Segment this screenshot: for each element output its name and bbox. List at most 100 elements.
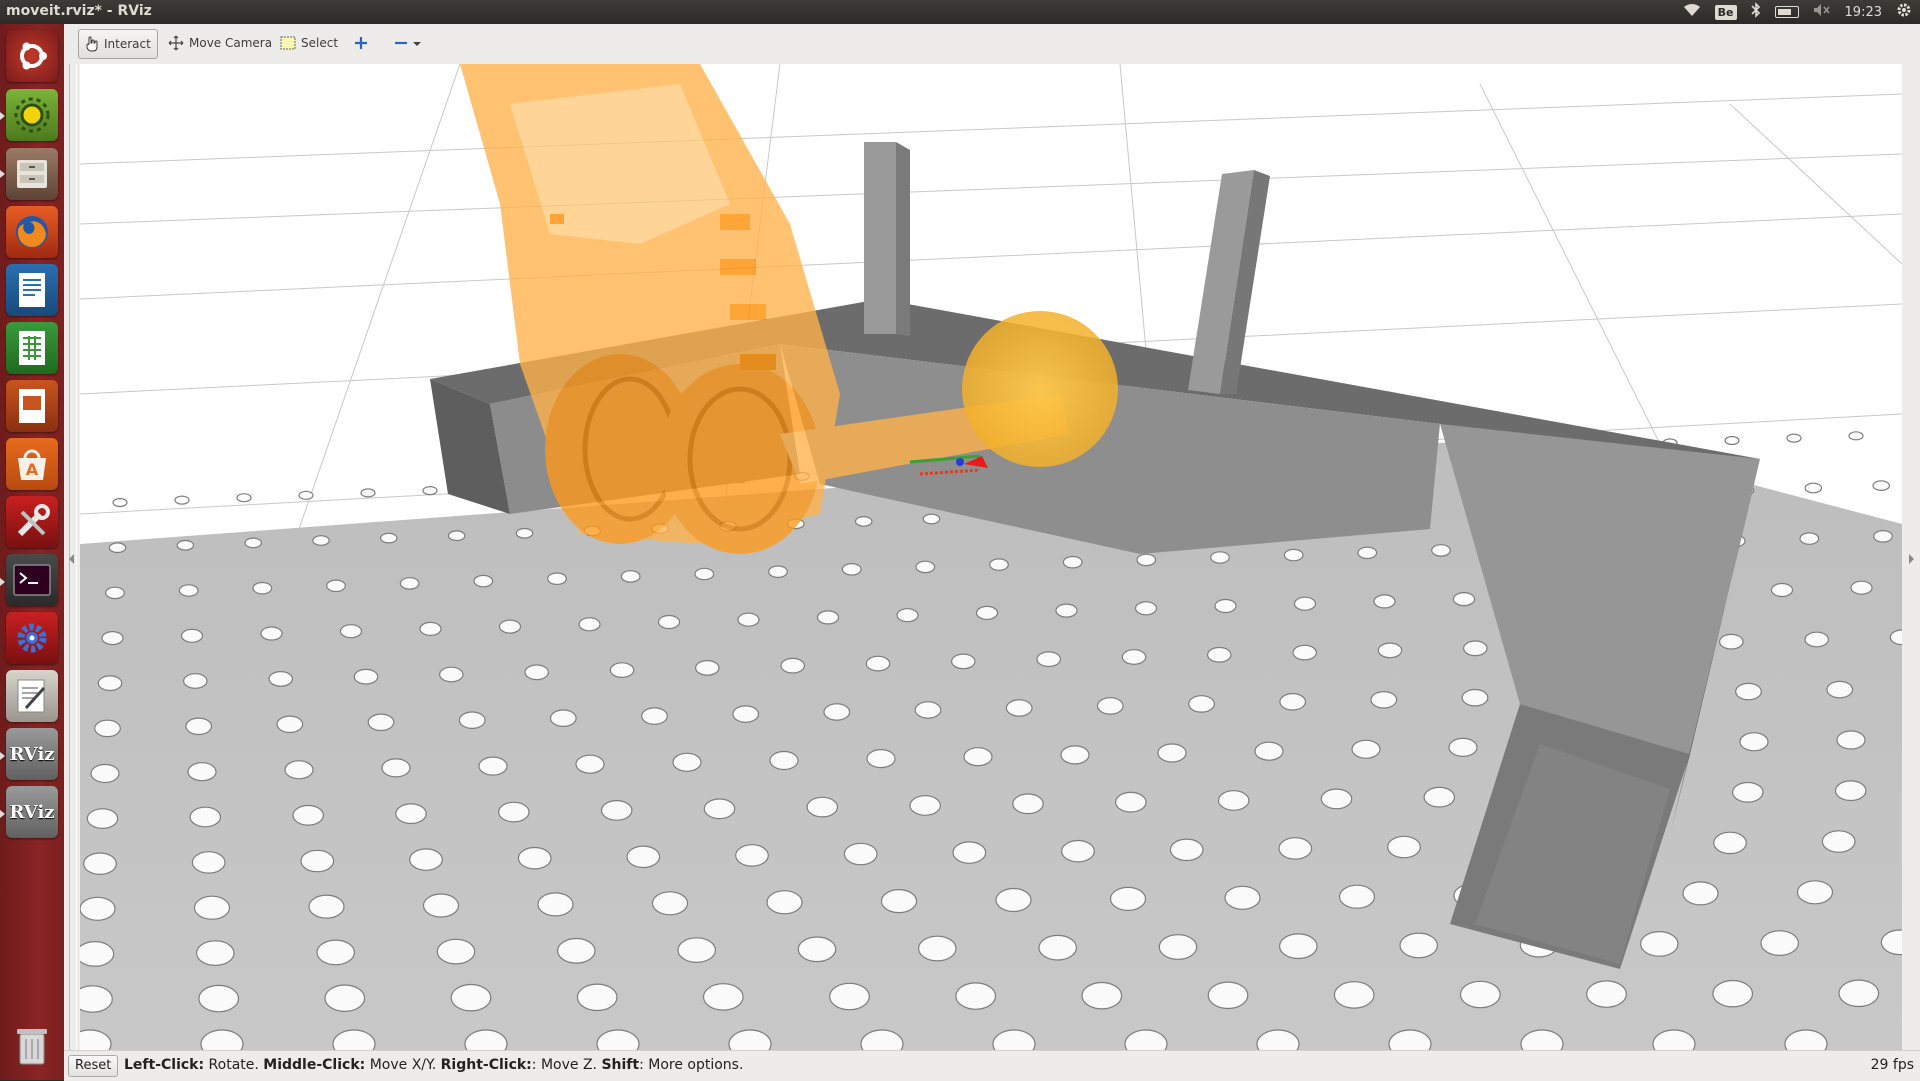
- text-editor-app-button[interactable]: [6, 670, 58, 722]
- table-hole: [1461, 688, 1489, 707]
- table-hole: [185, 717, 213, 736]
- firefox-app-button[interactable]: [6, 206, 58, 258]
- table-hole: [1804, 482, 1823, 494]
- system-settings-app-button[interactable]: [6, 89, 58, 141]
- table-hole: [806, 796, 839, 818]
- running-indicator: [0, 578, 5, 586]
- table-hole: [865, 655, 891, 672]
- table-hole: [609, 662, 635, 678]
- keyboard-layout-indicator[interactable]: Be: [1714, 4, 1737, 20]
- table-hole: [768, 565, 788, 578]
- firefox-icon: [16, 216, 48, 248]
- table-hole: [1821, 830, 1856, 853]
- rviz-app-button-1[interactable]: RViz: [6, 728, 58, 780]
- table-hole: [1724, 435, 1740, 446]
- table-hole: [1293, 596, 1317, 611]
- interact-tool-button[interactable]: Interact: [78, 29, 158, 59]
- trash-button[interactable]: [6, 1020, 58, 1072]
- table-hole: [1799, 532, 1820, 545]
- table-hole: [1055, 603, 1078, 618]
- select-label: Select: [301, 36, 339, 50]
- table-hole: [578, 617, 601, 632]
- table-hole: [823, 703, 851, 721]
- table-hole: [1719, 633, 1744, 650]
- table-hole: [1279, 933, 1318, 960]
- collapse-right-arrow-icon[interactable]: [1907, 554, 1915, 564]
- table-hole: [866, 748, 896, 769]
- table-hole: [909, 795, 941, 816]
- table-hole: [458, 711, 486, 729]
- table-hole: [183, 673, 208, 689]
- move-camera-icon: [168, 35, 184, 51]
- table-hole: [549, 709, 577, 727]
- clock[interactable]: 19:23: [1845, 5, 1882, 20]
- table-hole: [1109, 886, 1147, 912]
- 3d-viewport[interactable]: [80, 64, 1902, 1050]
- table-hole: [1210, 551, 1230, 564]
- bluetooth-icon[interactable]: [1750, 2, 1761, 22]
- table-hole: [1207, 981, 1249, 1010]
- table-hole: [1850, 580, 1873, 595]
- table-hole: [409, 848, 443, 871]
- table-hole: [780, 657, 805, 674]
- system-tray: Be 19:23: [1683, 0, 1920, 24]
- writer-app-button[interactable]: [6, 264, 58, 316]
- interact-label: Interact: [104, 37, 151, 51]
- table-hole: [367, 713, 395, 732]
- system-tools-app-button[interactable]: [6, 496, 58, 548]
- table-hole: [284, 760, 314, 780]
- software-center-app-button[interactable]: A: [6, 438, 58, 490]
- files-app-button[interactable]: [6, 148, 58, 200]
- table-hole: [1682, 881, 1719, 906]
- table-hole: [198, 984, 240, 1013]
- unity-launcher: A RViz RViz: [0, 24, 65, 1080]
- trash-icon: [17, 1029, 47, 1065]
- table-hole: [1096, 697, 1124, 715]
- table-hole: [769, 750, 799, 771]
- impress-app-button[interactable]: [6, 380, 58, 432]
- collapse-left-arrow-icon[interactable]: [68, 554, 76, 564]
- reset-button[interactable]: Reset: [68, 1055, 119, 1077]
- table-hole: [1207, 646, 1232, 663]
- table-hole: [312, 535, 330, 546]
- add-tool-button[interactable]: [348, 29, 374, 57]
- table-hole: [1848, 431, 1864, 441]
- table-hole: [399, 577, 420, 590]
- table-hole: [1134, 601, 1158, 616]
- right-dock-splitter[interactable]: [1902, 64, 1920, 1050]
- wifi-icon[interactable]: [1683, 3, 1701, 21]
- move-camera-tool-button[interactable]: Move Camera: [162, 29, 278, 57]
- volume-muted-icon[interactable]: [1813, 3, 1831, 21]
- rviz-app-button-2[interactable]: RViz: [6, 786, 58, 838]
- table-hole: [395, 803, 427, 825]
- settings-gear-app-button[interactable]: [6, 612, 58, 664]
- rviz-window: Interact Move Camera Select Reset Left-C…: [64, 24, 1920, 1081]
- battery-icon[interactable]: [1774, 6, 1799, 18]
- table-hole: [600, 800, 633, 821]
- terminal-app-button[interactable]: [6, 554, 58, 606]
- table-hole: [178, 584, 199, 597]
- ubuntu-dash-button[interactable]: [6, 30, 58, 82]
- table-hole: [672, 752, 702, 772]
- table-hole: [1136, 553, 1157, 567]
- settings-sun-icon: [14, 97, 50, 133]
- table-hole: [651, 891, 689, 916]
- minus-icon: [395, 41, 407, 45]
- scene-render[interactable]: [80, 64, 1902, 1050]
- spreadsheet-icon: [19, 331, 45, 365]
- table-hole: [276, 715, 304, 734]
- table-hole: [657, 614, 681, 630]
- wrench-screwdriver-icon: [17, 504, 50, 537]
- table-hole: [1826, 680, 1854, 699]
- top-panel: moveit.rviz* - RViz Be 19:23: [0, 0, 1920, 24]
- table-hole: [703, 798, 736, 820]
- table-hole: [1060, 745, 1090, 765]
- ubuntu-logo-icon: [20, 42, 47, 70]
- calc-app-button[interactable]: [6, 322, 58, 374]
- remove-tool-dropdown[interactable]: [388, 29, 427, 57]
- table-hole: [1640, 931, 1679, 957]
- table-hole: [1338, 884, 1376, 909]
- left-dock-splitter[interactable]: [64, 64, 80, 1050]
- session-gear-icon[interactable]: [1896, 2, 1912, 22]
- select-tool-button[interactable]: Select: [274, 29, 344, 57]
